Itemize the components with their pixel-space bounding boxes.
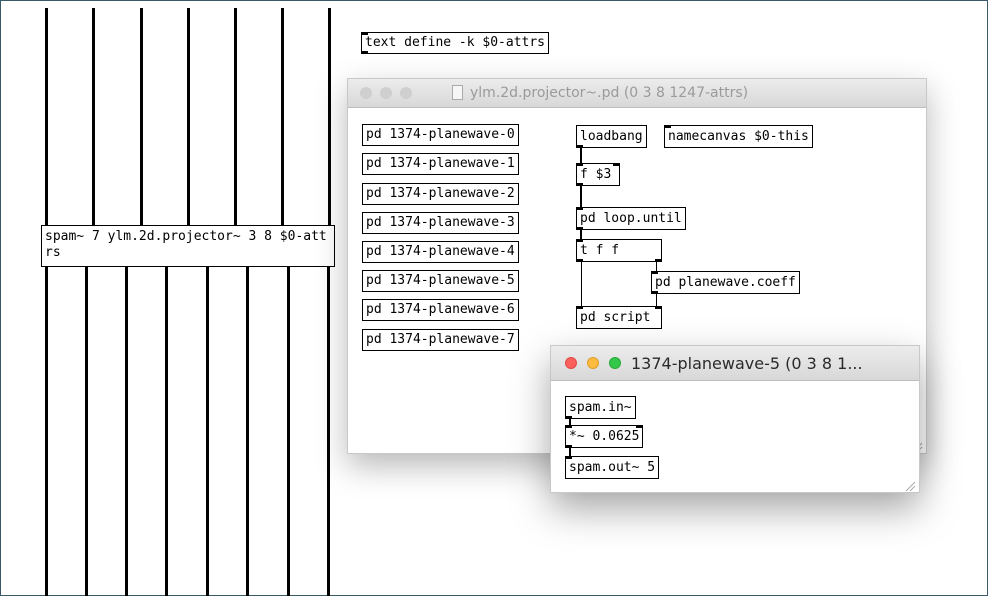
inlet <box>651 271 658 274</box>
trigger-label: t f f <box>580 243 620 258</box>
outlet <box>576 183 583 186</box>
subpatch-label: pd 1374-planewave-0 <box>366 127 515 142</box>
patch-cord <box>165 266 168 596</box>
patch-cord <box>327 266 330 596</box>
inlet <box>576 239 583 242</box>
multiply-label: *~ 0.0625 <box>569 429 640 444</box>
subpatch-label: pd 1374-planewave-1 <box>366 156 515 171</box>
spam-out-label: spam.out~ 5 <box>569 460 656 475</box>
subpatch-label: pd 1374-planewave-6 <box>366 302 515 317</box>
subpatch-planewave-7[interactable]: pd 1374-planewave-7 <box>362 329 519 351</box>
subpatch-label: pd 1374-planewave-3 <box>366 215 515 230</box>
subpatch-planewave-1[interactable]: pd 1374-planewave-1 <box>362 153 519 175</box>
minimize-button[interactable] <box>380 87 392 99</box>
planewave-titlebar[interactable]: 1374-planewave-5 (0 3 8 1... <box>551 346 919 381</box>
patch-cord <box>206 266 209 596</box>
inlet <box>664 125 671 128</box>
spam-out-object[interactable]: spam.out~ 5 <box>565 456 660 479</box>
spam-object-box[interactable]: spam~ 7 ylm.2d.projector~ 3 8 $0-attrs <box>41 225 335 267</box>
outlet <box>576 259 583 262</box>
outlet <box>576 145 583 148</box>
subpatch-planewave-2[interactable]: pd 1374-planewave-2 <box>362 183 519 205</box>
resize-grip[interactable] <box>904 477 916 492</box>
subpatch-label: pd 1374-planewave-7 <box>366 332 515 347</box>
subpatch-label: pd 1374-planewave-2 <box>366 186 515 201</box>
planewave-coeff-object[interactable]: pd planewave.coeff <box>651 271 800 294</box>
loop-until-label: pd loop.until <box>580 211 682 226</box>
zoom-button[interactable] <box>400 87 412 99</box>
loop-until-object[interactable]: pd loop.until <box>576 207 686 230</box>
inlet <box>655 306 662 309</box>
inlet <box>636 425 644 428</box>
projector-window-title: ylm.2d.projector~.pd (0 3 8 1247-attrs) <box>470 85 749 101</box>
script-label: pd script <box>580 310 651 325</box>
outlet <box>576 227 583 230</box>
outlet <box>565 416 572 419</box>
subpatch-label: pd 1374-planewave-5 <box>366 273 515 288</box>
patch-cord <box>45 8 48 226</box>
inlet <box>361 32 368 35</box>
planewave-window-title: 1374-planewave-5 (0 3 8 1... <box>631 354 863 373</box>
subpatch-label: pd 1374-planewave-4 <box>366 244 515 259</box>
float-object[interactable]: f $3 <box>576 163 620 186</box>
outlet <box>361 51 368 54</box>
patch-cord <box>580 147 582 164</box>
patch-cord <box>581 262 582 307</box>
patch-cord <box>45 266 48 596</box>
spam-object-text: spam~ 7 ylm.2d.projector~ 3 8 $0-attrs <box>45 229 327 260</box>
inlet <box>613 163 620 166</box>
patch-cord <box>125 266 128 596</box>
patch-cord <box>580 186 582 207</box>
multiply-object[interactable]: *~ 0.0625 <box>565 425 644 448</box>
namecanvas-label: namecanvas $0-this <box>668 129 809 144</box>
text-define-text: text define -k $0-attrs <box>365 35 546 50</box>
projector-titlebar[interactable]: ylm.2d.projector~.pd (0 3 8 1247-attrs) <box>348 79 926 108</box>
script-object[interactable]: pd script <box>576 306 662 329</box>
minimize-button[interactable] <box>587 357 599 369</box>
patch-cord <box>187 8 190 226</box>
outlet <box>655 259 662 262</box>
subpatch-planewave-6[interactable]: pd 1374-planewave-6 <box>362 299 519 321</box>
spam-in-label: spam.in~ <box>569 400 632 415</box>
subpatch-planewave-0[interactable]: pd 1374-planewave-0 <box>362 124 519 146</box>
patch-cord <box>140 8 143 226</box>
subpatch-planewave-4[interactable]: pd 1374-planewave-4 <box>362 241 519 263</box>
trigger-object[interactable]: t f f <box>576 239 662 262</box>
patch-cord <box>234 8 237 226</box>
loadbang-label: loadbang <box>580 129 643 144</box>
outlet <box>565 445 572 448</box>
outlet <box>651 291 658 294</box>
patch-cord <box>246 266 249 596</box>
patch-cord <box>85 266 88 596</box>
zoom-button[interactable] <box>609 357 621 369</box>
inlet <box>576 306 583 309</box>
text-define-object[interactable]: text define -k $0-attrs <box>361 32 550 54</box>
document-icon <box>452 85 463 100</box>
patch-cord <box>287 266 290 596</box>
close-button[interactable] <box>565 357 577 369</box>
subpatch-planewave-3[interactable]: pd 1374-planewave-3 <box>362 212 519 234</box>
patch-cord <box>92 8 95 226</box>
patch-cord <box>328 8 331 226</box>
spam-in-object[interactable]: spam.in~ <box>565 396 636 419</box>
patch-cord <box>281 8 284 226</box>
subpatch-planewave-5[interactable]: pd 1374-planewave-5 <box>362 270 519 292</box>
planewave-coeff-label: pd planewave.coeff <box>655 275 796 290</box>
inlet <box>576 207 583 210</box>
loadbang-object[interactable]: loadbang <box>576 125 647 148</box>
namecanvas-object[interactable]: namecanvas $0-this <box>664 125 813 148</box>
float-label: f $3 <box>580 167 612 182</box>
close-button[interactable] <box>360 87 372 99</box>
inlet <box>565 456 572 459</box>
inlet <box>576 163 583 166</box>
inlet <box>565 425 572 428</box>
